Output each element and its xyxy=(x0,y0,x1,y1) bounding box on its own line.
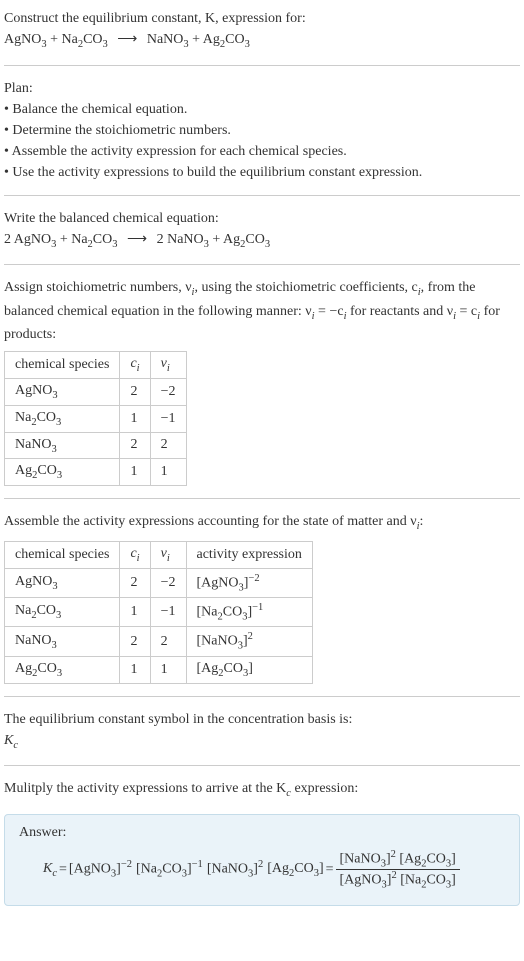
reaction-arrow-icon: ⟶ xyxy=(117,32,137,47)
term: [NaNO3]2 xyxy=(207,859,263,879)
species-cell: NaNO3 xyxy=(5,627,120,656)
plan-bullet: • Balance the chemical equation. xyxy=(4,99,520,120)
col-nui: νi xyxy=(150,541,186,568)
divider xyxy=(4,264,520,265)
ci-cell: 1 xyxy=(120,656,150,683)
nui-cell: 2 xyxy=(150,432,186,459)
ci-cell: 1 xyxy=(120,597,150,626)
col-species: chemical species xyxy=(5,541,120,568)
ci-cell: 2 xyxy=(120,432,150,459)
species: Ag2CO3 xyxy=(203,32,250,47)
unbalanced-equation: AgNO3 + Na2CO3 ⟶ NaNO3 + Ag2CO3 xyxy=(4,29,520,53)
plan-bullet: • Use the activity expressions to build … xyxy=(4,162,520,183)
ksymbol-section: The equilibrium constant symbol in the c… xyxy=(4,709,520,754)
col-nui: νi xyxy=(150,352,186,379)
species: 2 AgNO3 xyxy=(4,232,56,247)
species: Na2CO3 xyxy=(71,232,117,247)
species-cell: AgNO3 xyxy=(5,378,120,405)
prompt-text: Construct the equilibrium constant, K, e… xyxy=(4,8,520,29)
table-header-row: chemical species ci νi activity expressi… xyxy=(5,541,313,568)
divider xyxy=(4,498,520,499)
equals-sign: = xyxy=(59,862,67,878)
ksymbol-text: The equilibrium constant symbol in the c… xyxy=(4,709,520,730)
stoich-intro: Assign stoichiometric numbers, νi, using… xyxy=(4,277,520,345)
term: [Ag2CO3] xyxy=(267,861,323,879)
species: AgNO3 xyxy=(4,32,47,47)
stoich-section: Assign stoichiometric numbers, νi, using… xyxy=(4,277,520,486)
nui-cell: 2 xyxy=(150,627,186,656)
balanced-section: Write the balanced chemical equation: 2 … xyxy=(4,208,520,253)
nui-cell: 1 xyxy=(150,459,186,486)
nui-cell: 1 xyxy=(150,656,186,683)
table-row: Ag2CO3 1 1 xyxy=(5,459,187,486)
species: Ag2CO3 xyxy=(223,232,270,247)
species-cell: Na2CO3 xyxy=(5,597,120,626)
activity-cell: [Ag2CO3] xyxy=(186,656,312,683)
header-section: Construct the equilibrium constant, K, e… xyxy=(4,8,520,53)
ci-cell: 2 xyxy=(120,627,150,656)
species: Na2CO3 xyxy=(62,32,108,47)
multiply-text: Mulitply the activity expressions to arr… xyxy=(4,778,520,802)
col-activity: activity expression xyxy=(186,541,312,568)
species-cell: Ag2CO3 xyxy=(5,459,120,486)
nui-cell: −1 xyxy=(150,597,186,626)
kc-symbol: Kc xyxy=(43,861,57,879)
table-row: AgNO3 2 −2 [AgNO3]−2 xyxy=(5,568,313,597)
activity-intro: Assemble the activity expressions accoun… xyxy=(4,511,520,535)
plan-title: Plan: xyxy=(4,78,520,99)
prompt-line1: Construct the equilibrium constant, K, e… xyxy=(4,11,306,26)
species: NaNO3 xyxy=(147,32,189,47)
answer-box: Answer: Kc = [AgNO3]−2 [Na2CO3]−1 [NaNO3… xyxy=(4,814,520,906)
stoich-table: chemical species ci νi AgNO3 2 −2 Na2CO3… xyxy=(4,351,187,486)
multiply-section: Mulitply the activity expressions to arr… xyxy=(4,778,520,802)
species-cell: AgNO3 xyxy=(5,568,120,597)
term: [Na2CO3]−1 xyxy=(136,859,203,879)
activity-cell: [NaNO3]2 xyxy=(186,627,312,656)
activity-table: chemical species ci νi activity expressi… xyxy=(4,541,313,684)
fraction-denominator: [AgNO3]2 [Na2CO3] xyxy=(336,870,460,890)
fraction-numerator: [NaNO3]2 [Ag2CO3] xyxy=(336,849,460,870)
table-row: Ag2CO3 1 1 [Ag2CO3] xyxy=(5,656,313,683)
ksymbol-value: Kc xyxy=(4,730,520,754)
plan-section: Plan: • Balance the chemical equation. •… xyxy=(4,78,520,183)
ci-cell: 2 xyxy=(120,378,150,405)
nui-cell: −1 xyxy=(150,405,186,432)
species: 2 NaNO3 xyxy=(157,232,209,247)
table-header-row: chemical species ci νi xyxy=(5,352,187,379)
species-cell: Ag2CO3 xyxy=(5,656,120,683)
species-cell: NaNO3 xyxy=(5,432,120,459)
plan-bullet: • Assemble the activity expression for e… xyxy=(4,141,520,162)
divider xyxy=(4,65,520,66)
activity-cell: [AgNO3]−2 xyxy=(186,568,312,597)
species-cell: Na2CO3 xyxy=(5,405,120,432)
ci-cell: 1 xyxy=(120,405,150,432)
answer-label: Answer: xyxy=(19,825,505,841)
divider xyxy=(4,765,520,766)
table-row: Na2CO3 1 −1 xyxy=(5,405,187,432)
answer-equation: Kc = [AgNO3]−2 [Na2CO3]−1 [NaNO3]2 [Ag2C… xyxy=(43,849,505,891)
divider xyxy=(4,195,520,196)
nui-cell: −2 xyxy=(150,568,186,597)
divider xyxy=(4,696,520,697)
equals-sign: = xyxy=(326,862,334,878)
balanced-title: Write the balanced chemical equation: xyxy=(4,208,520,229)
nui-cell: −2 xyxy=(150,378,186,405)
fraction: [NaNO3]2 [Ag2CO3] [AgNO3]2 [Na2CO3] xyxy=(336,849,460,891)
col-ci: ci xyxy=(120,541,150,568)
ci-cell: 2 xyxy=(120,568,150,597)
table-row: NaNO3 2 2 [NaNO3]2 xyxy=(5,627,313,656)
balanced-equation: 2 AgNO3 + Na2CO3 ⟶ 2 NaNO3 + Ag2CO3 xyxy=(4,229,520,253)
col-ci: ci xyxy=(120,352,150,379)
activity-cell: [Na2CO3]−1 xyxy=(186,597,312,626)
plan-bullet: • Determine the stoichiometric numbers. xyxy=(4,120,520,141)
term: [AgNO3]−2 xyxy=(69,859,132,879)
ci-cell: 1 xyxy=(120,459,150,486)
table-row: Na2CO3 1 −1 [Na2CO3]−1 xyxy=(5,597,313,626)
activity-section: Assemble the activity expressions accoun… xyxy=(4,511,520,684)
reaction-arrow-icon: ⟶ xyxy=(127,232,147,247)
table-row: NaNO3 2 2 xyxy=(5,432,187,459)
col-species: chemical species xyxy=(5,352,120,379)
table-row: AgNO3 2 −2 xyxy=(5,378,187,405)
